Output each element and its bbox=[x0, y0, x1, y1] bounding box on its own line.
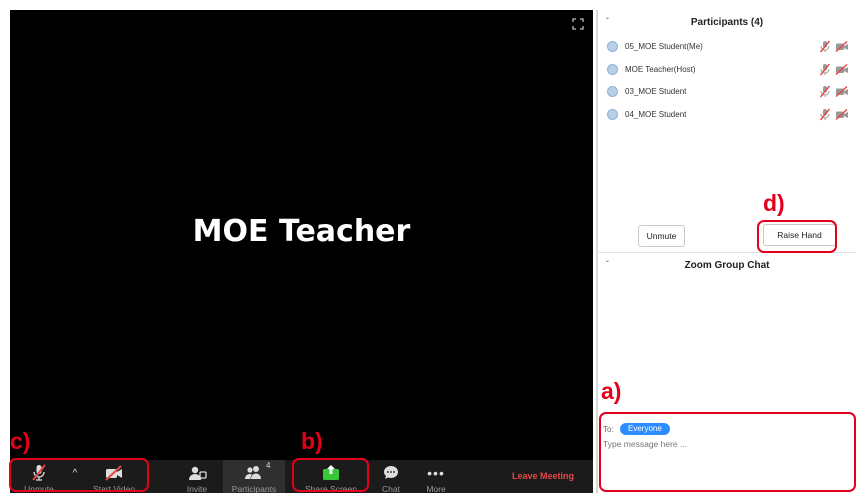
annotation-label-d: d) bbox=[763, 190, 785, 216]
more-label: More bbox=[426, 484, 446, 493]
meeting-toolbar: Unmute ^ Start Video Invite 4 Participan… bbox=[10, 460, 593, 493]
unmute-me-button[interactable]: Unmute bbox=[638, 225, 685, 247]
fullscreen-icon[interactable] bbox=[572, 18, 584, 30]
main-video-area: MOE Teacher bbox=[10, 10, 593, 460]
participants-label: Participants bbox=[231, 484, 277, 493]
participants-panel-title: Participants (4) bbox=[690, 17, 764, 28]
more-button[interactable]: ••• More bbox=[420, 460, 452, 493]
muted-mic-icon bbox=[819, 63, 831, 76]
share-screen-button[interactable]: Share Screen bbox=[298, 460, 364, 493]
chat-compose-area: To: Everyone bbox=[600, 420, 856, 493]
participant-name: 04_MOE Student bbox=[625, 109, 687, 119]
muted-mic-icon bbox=[819, 40, 831, 53]
side-panel: ˇ Participants (4) 05_MOE Student(Me) MO… bbox=[598, 10, 856, 493]
participant-row[interactable]: 03_MOE Student bbox=[598, 82, 856, 105]
start-video-button[interactable]: Start Video bbox=[86, 460, 142, 493]
participant-name: 05_MOE Student(Me) bbox=[625, 42, 703, 51]
chevron-up-icon: ^ bbox=[72, 468, 78, 479]
invite-label: Invite bbox=[186, 484, 208, 493]
video-off-icon bbox=[86, 463, 142, 483]
participant-list: 05_MOE Student(Me) MOE Teacher(Host) 03_… bbox=[598, 37, 856, 127]
participants-icon: 4 bbox=[223, 461, 285, 483]
recipient-label: To: bbox=[603, 425, 614, 434]
chat-button[interactable]: Chat bbox=[376, 460, 406, 493]
annotation-label-b: b) bbox=[301, 428, 323, 454]
leave-meeting-button[interactable]: Leave Meeting bbox=[505, 460, 581, 493]
video-off-icon bbox=[835, 85, 849, 98]
more-dots-icon: ••• bbox=[427, 465, 445, 481]
chat-panel-header: ˇ Zoom Group Chat bbox=[598, 255, 856, 277]
participants-panel-header: ˇ Participants (4) bbox=[598, 12, 856, 34]
chat-panel-title: Zoom Group Chat bbox=[684, 260, 770, 271]
chat-bubble-icon bbox=[376, 463, 406, 483]
collapse-chevron-icon[interactable]: ˇ bbox=[606, 11, 609, 33]
collapse-chevron-icon[interactable]: ˇ bbox=[606, 254, 609, 276]
participants-button[interactable]: 4 Participants bbox=[223, 460, 285, 493]
add-person-icon bbox=[182, 463, 212, 483]
annotation-label-a: a) bbox=[601, 378, 622, 404]
participant-row[interactable]: 05_MOE Student(Me) bbox=[598, 37, 856, 60]
avatar bbox=[607, 63, 618, 75]
muted-mic-icon bbox=[819, 108, 831, 121]
video-off-icon bbox=[835, 108, 849, 120]
participants-count-badge: 4 bbox=[266, 461, 271, 470]
avatar bbox=[607, 108, 618, 120]
invite-button[interactable]: Invite bbox=[182, 460, 212, 493]
chat-label: Chat bbox=[382, 484, 400, 493]
participant-name: 03_MOE Student bbox=[625, 87, 687, 96]
muted-mic-icon bbox=[819, 85, 831, 98]
chat-message-input[interactable] bbox=[603, 439, 851, 487]
share-screen-label: Share Screen bbox=[305, 484, 357, 493]
leave-meeting-label: Leave Meeting bbox=[511, 471, 575, 481]
participant-row[interactable]: MOE Teacher(Host) bbox=[598, 60, 856, 83]
video-off-icon bbox=[835, 63, 849, 75]
raise-hand-button[interactable]: Raise Hand bbox=[763, 224, 836, 246]
participant-row[interactable]: 04_MOE Student bbox=[598, 105, 856, 128]
audio-options-chevron[interactable]: ^ bbox=[68, 460, 82, 493]
video-off-icon bbox=[835, 40, 849, 53]
unmute-button[interactable]: Unmute bbox=[14, 460, 64, 493]
avatar bbox=[607, 41, 618, 52]
participant-name: MOE Teacher(Host) bbox=[625, 64, 696, 74]
avatar bbox=[607, 86, 618, 97]
start-video-label: Start Video bbox=[93, 484, 135, 493]
share-screen-icon bbox=[298, 463, 364, 483]
chat-section-divider bbox=[598, 252, 856, 253]
muted-mic-icon bbox=[14, 463, 64, 483]
active-speaker-name: MOE Teacher bbox=[192, 214, 411, 249]
annotation-label-c: c) bbox=[10, 428, 31, 454]
recipient-selector[interactable]: Everyone bbox=[620, 423, 670, 435]
unmute-label: Unmute bbox=[24, 484, 54, 493]
